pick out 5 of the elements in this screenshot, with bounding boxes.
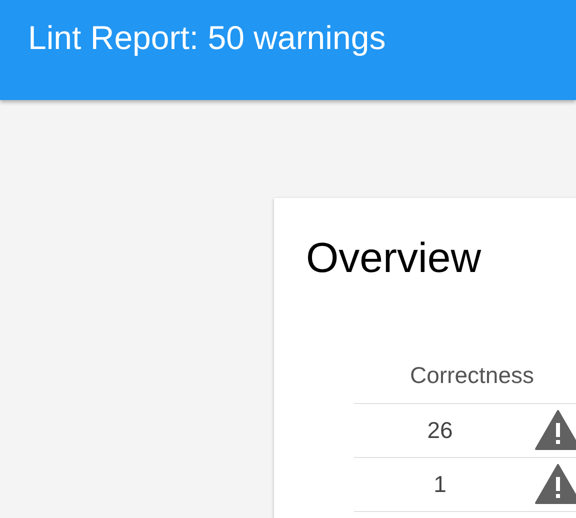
column-header: Correctness <box>410 362 534 388</box>
report-title: Lint Report: 50 warnings <box>28 19 386 56</box>
count-text: 1 <box>434 470 446 497</box>
count-text: 26 <box>427 416 453 443</box>
card-title: Overview <box>306 234 482 282</box>
